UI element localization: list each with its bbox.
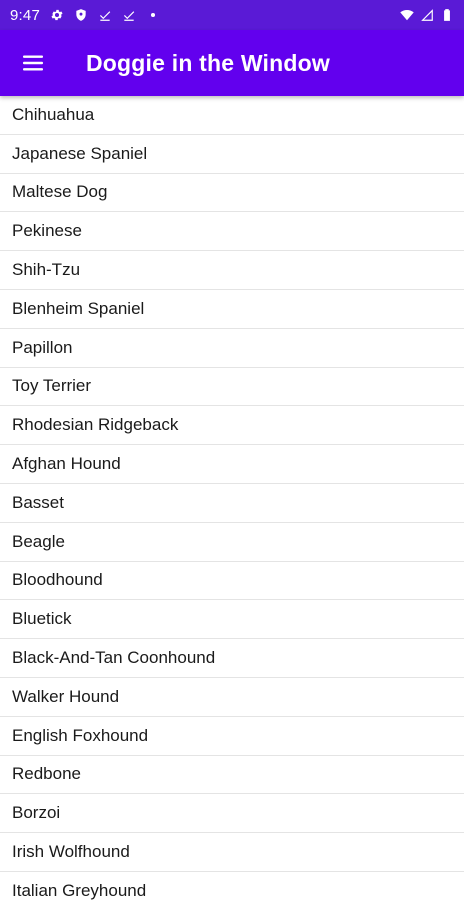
list-item[interactable]: Walker Hound — [0, 678, 464, 717]
wifi-icon — [400, 8, 414, 22]
page-title: Doggie in the Window — [86, 49, 330, 76]
menu-icon — [23, 55, 43, 71]
list-item[interactable]: Basset — [0, 484, 464, 523]
list-item[interactable]: Chihuahua — [0, 96, 464, 135]
status-left: 9:47 — [10, 7, 160, 24]
dot-icon — [146, 8, 160, 22]
list-item[interactable]: Borzoi — [0, 794, 464, 834]
list-item[interactable]: Maltese Dog — [0, 174, 464, 213]
list-item[interactable]: Toy Terrier — [0, 368, 464, 407]
check-download-icon — [98, 8, 112, 22]
list-item[interactable]: Italian Greyhound — [0, 872, 464, 900]
list-item[interactable]: Rhodesian Ridgeback — [0, 406, 464, 446]
status-right — [400, 8, 454, 22]
breed-list: Chihuahua Japanese Spaniel Maltese Dog Peki… — [0, 96, 464, 900]
check-download-icon — [122, 8, 136, 22]
app-bar: Doggie in the Window — [0, 30, 464, 96]
list-item[interactable]: Shih-Tzu — [0, 251, 464, 290]
settings-icon — [50, 8, 64, 22]
list-item[interactable]: Bloodhound — [0, 562, 464, 601]
shield-icon — [74, 8, 88, 22]
status-bar: 9:47 — [0, 0, 464, 30]
menu-button[interactable] — [0, 30, 66, 96]
list-item[interactable]: Black-And-Tan Coonhound — [0, 639, 464, 678]
signal-icon — [420, 8, 434, 22]
list-item[interactable]: Blenheim Spaniel — [0, 290, 464, 329]
list-item[interactable]: Bluetick — [0, 600, 464, 640]
list-item[interactable]: English Foxhound — [0, 717, 464, 756]
status-time: 9:47 — [10, 6, 40, 24]
battery-icon — [440, 8, 454, 22]
list-item[interactable]: Beagle — [0, 523, 464, 562]
list-item[interactable]: Japanese Spaniel — [0, 135, 464, 174]
list-item[interactable]: Papillon — [0, 329, 464, 368]
list-item[interactable]: Redbone — [0, 756, 464, 795]
list-item[interactable]: Afghan Hound — [0, 445, 464, 484]
list-item[interactable]: Pekinese — [0, 212, 464, 252]
list-item[interactable]: Irish Wolfhound — [0, 833, 464, 872]
